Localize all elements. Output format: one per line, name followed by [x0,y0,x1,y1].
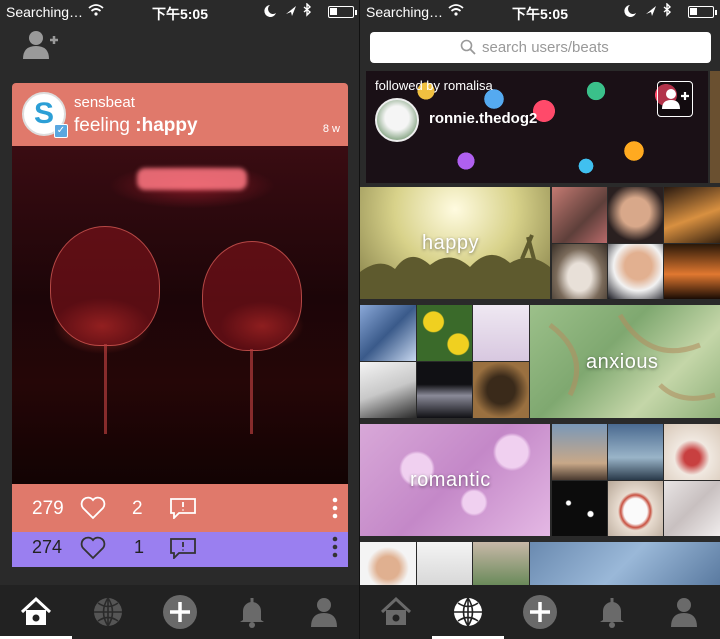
thumb-photo[interactable] [608,187,663,243]
thumb-photo[interactable] [360,542,416,585]
feeling-prefix: feeling [74,115,136,136]
next-like-count: 274 [32,537,63,557]
suggested-user-card[interactable]: followed by romalisa ronnie.thedog2 [366,71,708,183]
followed-by-label: followed by romalisa [375,78,493,93]
thumb-photo[interactable] [552,481,607,536]
thumb-photo[interactable] [552,424,607,480]
thumb-photo[interactable] [608,244,663,299]
status-icons [262,2,322,22]
home-icon[interactable] [378,594,414,630]
post-actions: 279 2 [12,484,348,532]
bell-icon[interactable] [234,594,270,630]
comment-icon[interactable] [169,497,197,521]
avatar[interactable]: S ✓ [22,92,68,138]
moon-icon [264,5,276,17]
suggested-username[interactable]: ronnie.thedog2 [429,110,537,127]
search-bar[interactable]: search users/beats [370,32,711,63]
add-icon[interactable] [522,594,558,630]
glass-stem [250,349,253,434]
mood-tile-happy[interactable]: happy [360,187,550,299]
like-count: 279 [32,498,64,519]
mood-label-anxious: anxious [586,351,659,373]
status-bar: Searching… 下午5:05 [360,0,720,24]
feed-screen: Searching… 下午5:05 S ✓ sensbeat feeling:… [0,0,360,639]
follow-button[interactable] [657,81,693,117]
thumb-photo[interactable] [417,305,472,361]
mood-label-romantic: romantic [410,469,491,491]
globe-icon[interactable] [450,594,486,630]
thumb-photo[interactable] [473,362,529,418]
thumb-photo[interactable] [552,187,607,243]
profile-icon[interactable] [666,594,702,630]
mood-label[interactable]: :happy [135,115,197,136]
comment-icon[interactable] [169,537,197,561]
home-icon[interactable] [18,594,54,630]
thumb-photo[interactable] [608,481,663,536]
thumb-photo[interactable] [360,362,416,418]
carousel-peek [710,71,720,183]
thumb-photo[interactable] [664,244,720,299]
tab-bar [0,585,360,639]
battery-icon [688,6,717,18]
location-icon [286,6,296,16]
post-feeling: feeling :happy [74,115,198,137]
neon-sign [137,168,247,190]
wine-glass [50,226,160,346]
post-photo[interactable] [12,146,348,535]
thumb-photo[interactable] [473,542,529,585]
post-card[interactable]: S ✓ sensbeat feeling :happy 8 w 279 2 27… [12,83,348,573]
thumb-photo[interactable] [608,424,663,480]
tab-bar [360,585,720,639]
mood-tile-romantic[interactable]: romantic [360,424,550,536]
profile-icon[interactable] [306,594,342,630]
avatar[interactable] [375,98,419,142]
glass-stem [104,344,107,434]
thumb-photo[interactable] [417,542,472,585]
thumb-photo[interactable] [360,305,416,361]
verified-icon: ✓ [54,124,68,138]
thumb-photo[interactable] [473,305,529,361]
post-age: 8 w [322,123,340,135]
more-icon[interactable] [332,497,338,519]
thumb-photo[interactable] [664,424,720,480]
explore-screen: Searching… 下午5:05 search users/beats fol… [360,0,720,639]
add-icon[interactable] [162,594,198,630]
next-post-actions[interactable]: 274 1 [12,532,348,567]
next-comment-count: 1 [134,537,145,557]
status-icons [622,2,682,22]
heart-icon[interactable] [80,536,106,560]
search-icon [460,39,476,55]
mood-label-happy: happy [422,232,479,254]
thumb-photo[interactable] [664,481,720,536]
add-friend-icon[interactable] [22,28,60,62]
post-header: S ✓ sensbeat feeling :happy 8 w [12,83,348,146]
comment-count: 2 [132,498,143,519]
thumb-photo[interactable] [552,244,607,299]
mood-tile[interactable] [530,542,720,585]
bluetooth-icon [303,2,312,17]
thumb-photo[interactable] [417,362,472,418]
globe-icon[interactable] [90,594,126,630]
status-bar: Searching… 下午5:05 [0,0,360,24]
search-input[interactable]: search users/beats [482,39,609,56]
more-icon[interactable] [332,536,338,558]
bell-icon[interactable] [594,594,630,630]
post-username[interactable]: sensbeat [74,94,135,111]
wine-glass [202,241,302,351]
mood-tile-anxious[interactable]: anxious [530,305,720,418]
battery-icon [328,6,357,18]
heart-icon[interactable] [80,496,106,520]
thumb-photo[interactable] [664,187,720,243]
